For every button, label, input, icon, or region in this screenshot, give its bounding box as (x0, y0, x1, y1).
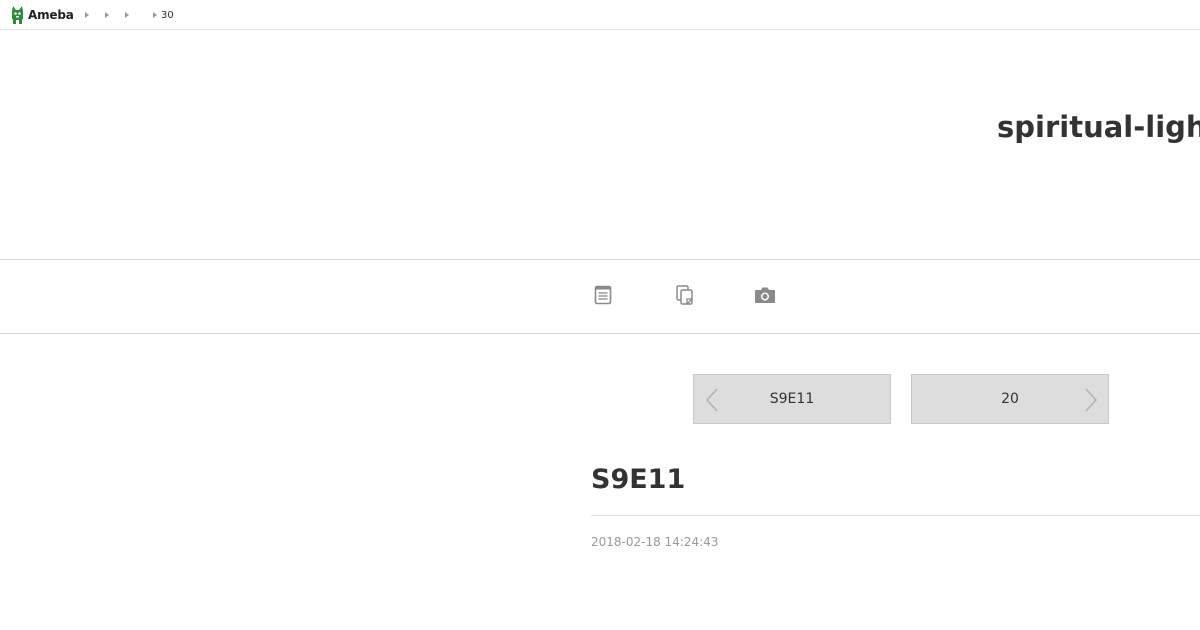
breadcrumb-item-3[interactable] (125, 9, 133, 21)
entry-title-divider (591, 515, 1200, 516)
previous-entry-button[interactable]: S9E11 (693, 374, 891, 424)
next-entry-button[interactable]: 20 (911, 374, 1109, 424)
chevron-left-icon (706, 388, 718, 412)
nav-divider (0, 333, 1200, 334)
photo-list-button[interactable] (753, 284, 777, 306)
blog-title[interactable]: spiritual-light (997, 110, 1200, 144)
header-divider (0, 259, 1200, 260)
breadcrumb-arrow-icon (85, 12, 89, 18)
logo-text: Ameba (28, 8, 74, 22)
ameba-logo[interactable]: Ameba (10, 5, 74, 25)
breadcrumb-arrow-icon (153, 12, 157, 18)
top-bar: Ameba 30 (0, 0, 1200, 30)
breadcrumb-item-2[interactable] (105, 9, 113, 21)
entry-title[interactable]: S9E11 (591, 464, 685, 495)
entry-list-button[interactable] (591, 284, 615, 306)
entry-list-icon (594, 285, 612, 305)
entry-date: 2018-02-18 14:24:43 (591, 535, 719, 549)
breadcrumb-item-1[interactable] (85, 9, 93, 21)
theme-list-button[interactable] (673, 284, 697, 306)
breadcrumb-label: 30 (161, 9, 174, 21)
page: Ameba 30 spiritual-light S9E11 20 S9E11 … (0, 0, 1200, 630)
theme-list-icon (676, 285, 693, 305)
breadcrumb-arrow-icon (105, 12, 109, 18)
previous-entry-label: S9E11 (769, 391, 815, 407)
photo-icon (755, 287, 775, 303)
next-entry-label: 20 (1001, 391, 1019, 407)
breadcrumb-arrow-icon (125, 12, 129, 18)
chevron-right-icon (1085, 388, 1097, 412)
breadcrumb-item-4[interactable]: 30 (153, 9, 174, 21)
ameba-mascot-icon (12, 6, 23, 24)
